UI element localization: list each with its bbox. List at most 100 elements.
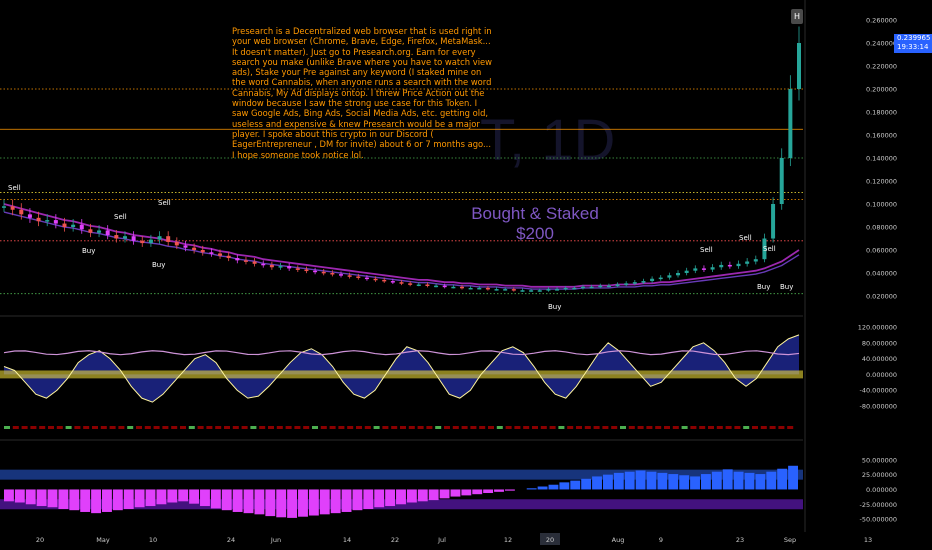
osc2-bar <box>319 489 330 515</box>
signal-strip-cell <box>461 426 468 429</box>
osc2-bar <box>123 489 134 510</box>
candle-body <box>79 224 84 230</box>
signal-strip-cell <box>681 426 688 429</box>
osc2-bar <box>200 489 210 507</box>
signal-strip-cell <box>444 426 450 429</box>
candle-body <box>555 289 560 291</box>
price-axis-tick: 0.120000 <box>866 178 897 186</box>
candle-body <box>606 285 611 288</box>
countdown-value: 19:33:14 <box>897 43 929 51</box>
signal-label-sell: Sell <box>158 199 171 207</box>
signal-strip-cell <box>373 426 380 429</box>
osc2-bar <box>559 482 570 490</box>
signal-strip-cell <box>690 426 697 429</box>
candle-body <box>157 236 162 240</box>
osc2-bar <box>221 489 232 511</box>
signal-strip-cell <box>180 426 186 429</box>
signal-strip-cell <box>769 426 776 429</box>
candle-body <box>10 206 15 210</box>
candle-body <box>88 229 93 233</box>
signal-strip-cell <box>602 426 609 429</box>
signal-strip-cell <box>329 426 336 429</box>
signal-strip-cell <box>109 426 116 429</box>
signal-strip-cell <box>540 426 547 429</box>
osc2-bar <box>472 489 483 495</box>
signal-strip-cell <box>136 426 142 429</box>
signal-strip-cell <box>4 426 10 429</box>
candle-body <box>114 235 119 239</box>
signal-strip-cell <box>48 426 54 429</box>
signal-strip-cell <box>92 426 98 429</box>
osc2-bar <box>646 471 657 490</box>
candle-body <box>53 220 58 224</box>
signal-label-sell: Sell <box>8 184 21 192</box>
signal-strip-cell <box>593 426 600 429</box>
current-price-value: 0.239965 <box>897 34 931 42</box>
candle-body <box>710 267 715 270</box>
candle-body <box>442 285 447 288</box>
x-axis-label: Jul <box>437 536 446 544</box>
signal-strip-cell <box>382 426 389 429</box>
signal-strip-cell <box>426 426 433 429</box>
osc2-bar <box>755 474 766 490</box>
signal-strip-cell <box>347 426 354 429</box>
signal-strip-cell <box>224 426 230 429</box>
candle-body <box>624 283 629 285</box>
signal-strip-cell <box>787 426 794 429</box>
osc2-bar <box>178 489 189 502</box>
candle-body <box>701 268 706 270</box>
current-price-box: 0.239965 19:33:14 <box>894 34 932 53</box>
candle-body <box>727 264 732 267</box>
candle-body <box>295 268 300 270</box>
osc2-bar <box>777 468 788 490</box>
candle-body <box>511 289 516 291</box>
x-axis-label: Aug <box>612 536 625 544</box>
candle-body <box>434 285 439 288</box>
candle-body <box>408 283 413 285</box>
osc1-axis-tick: 120.000000 <box>858 324 897 332</box>
candle-body <box>62 223 67 227</box>
signal-strip-cell <box>628 426 635 429</box>
signal-strip-cell <box>655 426 662 429</box>
candle-body <box>192 247 197 250</box>
signal-strip-cell <box>127 426 134 429</box>
osc1-axis-tick: -80.000000 <box>860 403 898 411</box>
osc1-axis-tick: -40.000000 <box>860 387 898 395</box>
price-axis-tick: 0.020000 <box>866 293 897 301</box>
candle-body <box>183 245 188 248</box>
candle-body <box>753 259 758 262</box>
candle-body <box>269 264 274 268</box>
signal-strip-cell <box>338 426 345 429</box>
signal-strip-cell <box>74 426 81 429</box>
osc2-axis-tick: 50.000000 <box>862 456 897 464</box>
signal-strip-cell <box>294 426 301 429</box>
signal-strip-cell <box>664 426 670 429</box>
bought-staked-line1: Bought & Staked <box>471 204 599 223</box>
signal-strip-cell <box>12 426 19 429</box>
signal-strip-cell <box>576 426 582 429</box>
h-badge[interactable]: H <box>791 9 803 24</box>
osc2-bar <box>679 475 690 490</box>
candle-body <box>779 158 784 204</box>
signal-strip-cell <box>241 426 248 429</box>
signal-strip-cell <box>364 426 371 429</box>
candle-body <box>485 287 490 290</box>
osc2-bar <box>537 486 548 490</box>
x-axis-label: Sep <box>784 536 796 544</box>
candle-body <box>71 224 76 227</box>
signal-strip-cell <box>320 426 327 429</box>
osc2-bar <box>406 489 417 503</box>
signal-strip-cell <box>215 426 222 429</box>
candle-body <box>97 230 102 233</box>
osc1-axis-tick: 80.000000 <box>862 339 897 347</box>
signal-strip-cell <box>611 426 618 429</box>
candle-body <box>105 230 110 236</box>
signal-strip-cell <box>479 426 486 429</box>
signal-label-buy: Buy <box>82 247 95 255</box>
candle-body <box>451 286 456 289</box>
osc2-bar <box>210 489 221 509</box>
x-axis-label: 20 <box>546 536 554 544</box>
osc2-bar <box>189 489 200 504</box>
signal-strip-cell <box>232 426 239 429</box>
candle-body <box>537 290 542 292</box>
